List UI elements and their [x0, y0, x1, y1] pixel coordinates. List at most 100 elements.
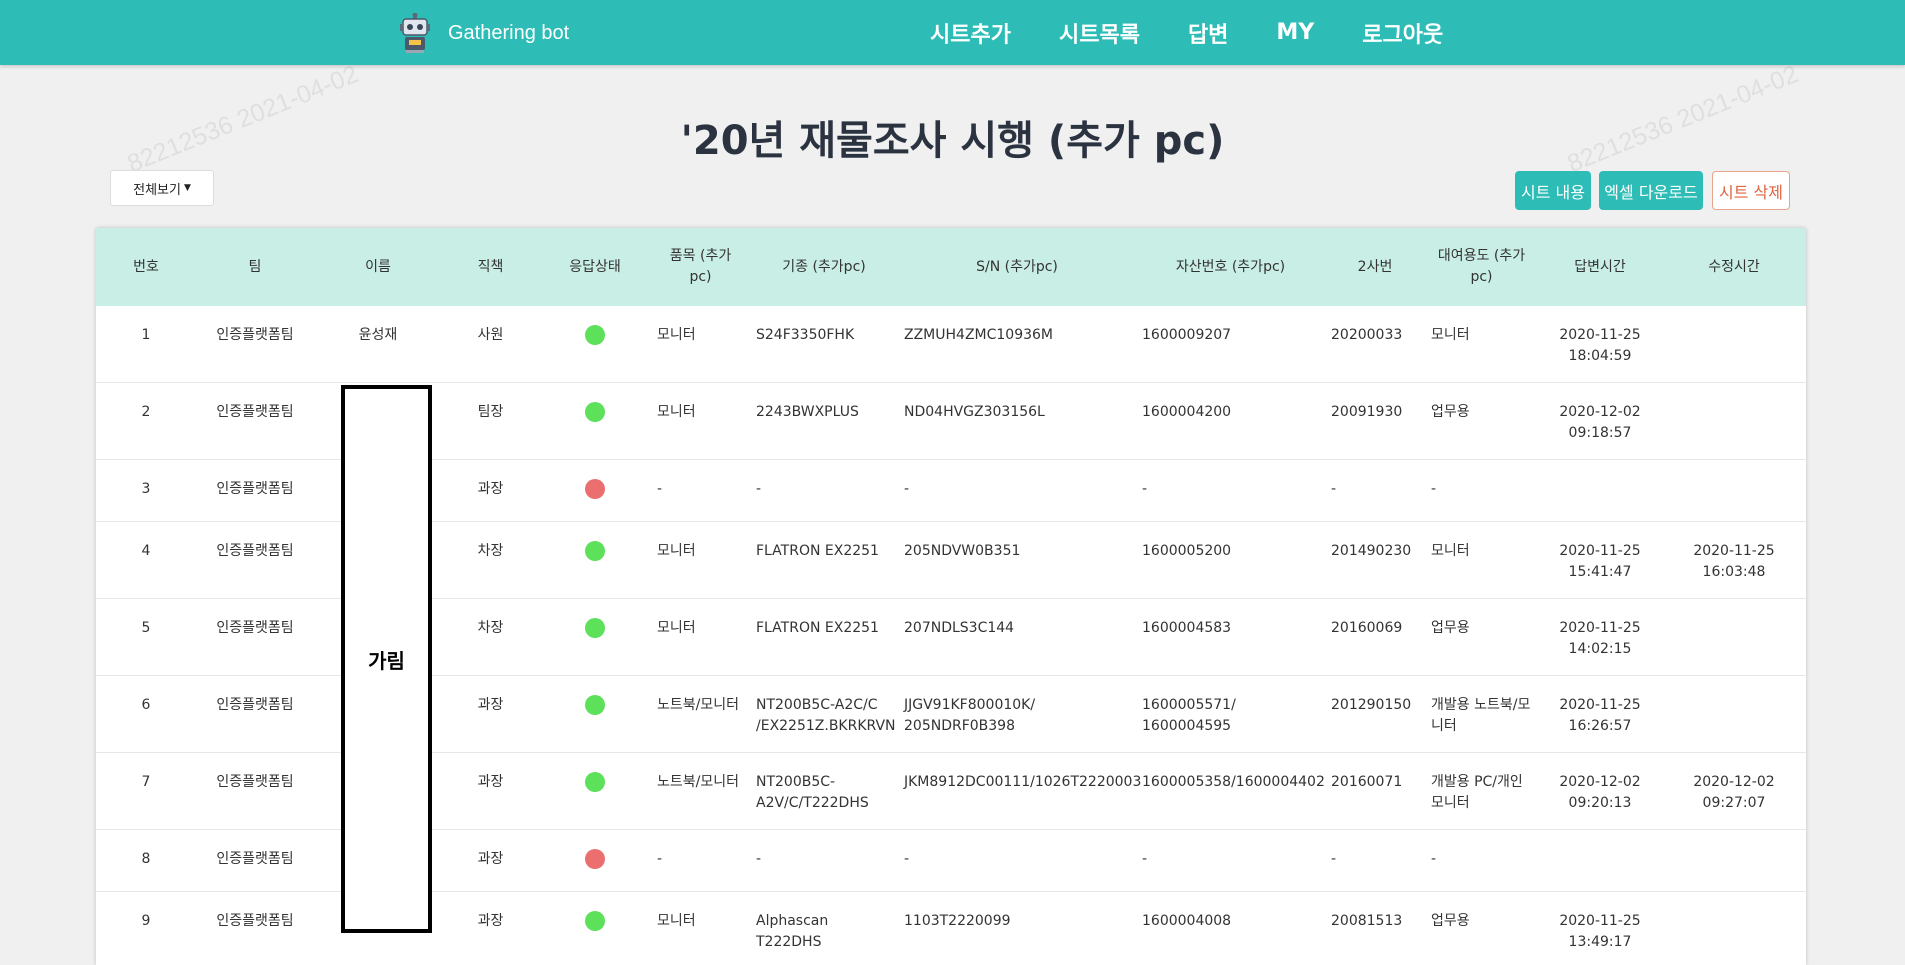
cell-asset: 1600004583 — [1136, 598, 1325, 676]
cell-team: 인증플랫폼팀 — [196, 306, 314, 383]
cell-no: 4 — [96, 521, 196, 599]
col-header[interactable]: 대여용도 (추가pc) — [1425, 228, 1538, 306]
cell-no: 7 — [96, 752, 196, 830]
status-responded-icon — [585, 772, 605, 792]
cell-item: - — [651, 459, 750, 522]
cell-model: FLATRON EX2251 — [750, 521, 898, 599]
table-row[interactable]: 1 인증플랫폼팀 윤성재 사원 모니터 S24F3350FHK ZZMUH4ZMC10936… — [96, 306, 1806, 383]
cell-no: 5 — [96, 598, 196, 676]
cell-team: 인증플랫폼팀 — [196, 891, 314, 965]
status-not-responded-icon — [585, 479, 605, 499]
col-header[interactable]: 번호 — [96, 228, 196, 306]
col-header[interactable]: 직책 — [442, 228, 539, 306]
nav-sheet-list[interactable]: 시트목록 — [1059, 17, 1140, 49]
cell-modified: 2020-11-25 16:03:48 — [1662, 521, 1806, 599]
cell-position: 차장 — [442, 521, 539, 599]
cell-sn: ZZMUH4ZMC10936M — [898, 306, 1136, 383]
response-status-cell — [539, 306, 651, 383]
cell-sn: JJGV91KF800010K/ 205NDRF0B398 — [898, 675, 1136, 753]
table-header-row: 번호 팀 이름 직책 응답상태 품목 (추가 pc) 기종 (추가pc) S/N… — [96, 228, 1806, 306]
cell-purpose: 업무용 — [1425, 598, 1538, 676]
cell-modified — [1662, 306, 1806, 383]
cell-item: - — [651, 829, 750, 892]
cell-emp2: 201490230 — [1325, 521, 1425, 599]
nav-answers[interactable]: 답변 — [1188, 17, 1228, 49]
cell-team: 인증플랫폼팀 — [196, 459, 314, 522]
response-status-cell — [539, 829, 651, 892]
cell-emp2: 20200033 — [1325, 306, 1425, 383]
delete-sheet-button[interactable]: 시트 삭제 — [1712, 171, 1790, 210]
cell-item: 노트북/모니터 — [651, 752, 750, 830]
cell-position: 과장 — [442, 459, 539, 522]
top-navbar: Gathering bot 시트추가 시트목록 답변 MY 로그아웃 — [0, 0, 1905, 65]
cell-team: 인증플랫폼팀 — [196, 598, 314, 676]
cell-modified — [1662, 891, 1806, 965]
status-not-responded-icon — [585, 849, 605, 869]
redaction-box: 가림 — [341, 385, 432, 933]
cell-sn: 207NDLS3C144 — [898, 598, 1136, 676]
view-filter-dropdown[interactable]: 전체보기 ▼ — [110, 170, 214, 206]
cell-purpose: 업무용 — [1425, 891, 1538, 965]
cell-position: 사원 — [442, 306, 539, 383]
excel-download-button[interactable]: 엑셀 다운로드 — [1599, 171, 1703, 210]
cell-asset: - — [1136, 459, 1325, 522]
cell-answered: 2020-12-02 09:20:13 — [1538, 752, 1662, 830]
sheet-content-button[interactable]: 시트 내용 — [1515, 171, 1591, 210]
cell-team: 인증플랫폼팀 — [196, 675, 314, 753]
cell-asset: 1600005571/ 1600004595 — [1136, 675, 1325, 753]
cell-model: - — [750, 459, 898, 522]
robot-logo-icon — [400, 13, 430, 53]
cell-sn: ND04HVGZ303156L — [898, 382, 1136, 460]
cell-emp2: 20081513 — [1325, 891, 1425, 965]
cell-position: 과장 — [442, 829, 539, 892]
col-header[interactable]: 품목 (추가 pc) — [651, 228, 750, 306]
cell-answered — [1538, 459, 1662, 522]
col-header[interactable]: 2사번 — [1325, 228, 1425, 306]
col-header[interactable]: 기종 (추가pc) — [750, 228, 898, 306]
cell-asset: 1600004200 — [1136, 382, 1325, 460]
nav-add-sheet[interactable]: 시트추가 — [930, 17, 1011, 49]
cell-team: 인증플랫폼팀 — [196, 752, 314, 830]
cell-no: 6 — [96, 675, 196, 753]
response-status-cell — [539, 521, 651, 599]
cell-modified — [1662, 675, 1806, 753]
cell-purpose: 모니터 — [1425, 521, 1538, 599]
col-header[interactable]: 팀 — [196, 228, 314, 306]
cell-item: 모니터 — [651, 598, 750, 676]
response-status-cell — [539, 382, 651, 460]
cell-emp2: - — [1325, 829, 1425, 892]
col-header[interactable]: 이름 — [314, 228, 442, 306]
cell-position: 차장 — [442, 598, 539, 676]
cell-team: 인증플랫폼팀 — [196, 382, 314, 460]
status-responded-icon — [585, 541, 605, 561]
col-header[interactable]: 자산번호 (추가pc) — [1136, 228, 1325, 306]
cell-model: NT200B5C-A2C/C /EX2251Z.BKRKRVN — [750, 675, 898, 753]
cell-model: S24F3350FHK — [750, 306, 898, 383]
cell-model: - — [750, 829, 898, 892]
cell-purpose: 개발용 노트북/모니터 — [1425, 675, 1538, 753]
cell-sn: 1103T2220099 — [898, 891, 1136, 965]
cell-answered: 2020-11-25 18:04:59 — [1538, 306, 1662, 383]
cell-purpose: 업무용 — [1425, 382, 1538, 460]
response-status-cell — [539, 752, 651, 830]
col-header[interactable]: S/N (추가pc) — [898, 228, 1136, 306]
cell-purpose: - — [1425, 459, 1538, 522]
col-header[interactable]: 수정시간 — [1662, 228, 1806, 306]
cell-emp2: - — [1325, 459, 1425, 522]
cell-purpose: - — [1425, 829, 1538, 892]
cell-model: 2243BWXPLUS — [750, 382, 898, 460]
col-header[interactable]: 답변시간 — [1538, 228, 1662, 306]
cell-asset: 1600004008 — [1136, 891, 1325, 965]
cell-name: 윤성재 — [314, 306, 442, 383]
cell-team: 인증플랫폼팀 — [196, 829, 314, 892]
cell-sn: 205NDVW0B351 — [898, 521, 1136, 599]
cell-answered: 2020-12-02 09:18:57 — [1538, 382, 1662, 460]
cell-model: NT200B5C-A2V/C/T222DHS — [750, 752, 898, 830]
cell-position: 과장 — [442, 675, 539, 753]
nav-my[interactable]: MY — [1276, 20, 1314, 45]
col-header[interactable]: 응답상태 — [539, 228, 651, 306]
cell-modified — [1662, 829, 1806, 892]
nav-logout[interactable]: 로그아웃 — [1362, 17, 1443, 49]
cell-answered: 2020-11-25 16:26:57 — [1538, 675, 1662, 753]
brand[interactable]: Gathering bot — [400, 12, 569, 54]
